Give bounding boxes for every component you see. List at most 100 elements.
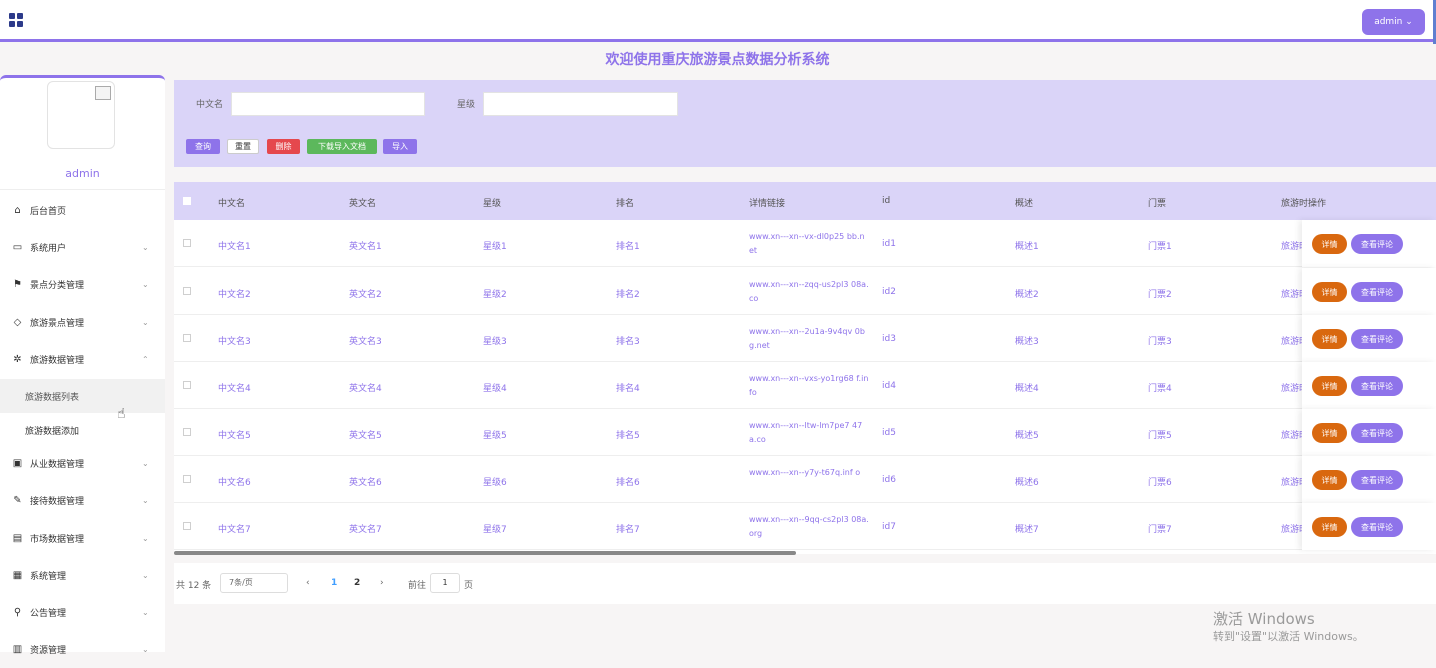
sidebar-item-market[interactable]: ▤ 市场数据管理 ⌄	[0, 520, 165, 557]
page-unit-label: 页	[464, 581, 474, 591]
cell-id: id7	[882, 522, 896, 532]
download-template-button[interactable]: 下载导入文档	[307, 139, 377, 154]
row-checkbox[interactable]	[183, 522, 191, 530]
col-link[interactable]: 详情链接	[749, 196, 785, 209]
cell-cn-name: 中文名6	[218, 478, 251, 488]
sidebar-subitem-travel-add[interactable]: 旅游数据添加	[0, 413, 165, 447]
col-rank[interactable]: 排名	[616, 196, 634, 209]
view-comments-button[interactable]: 查看评论	[1351, 517, 1403, 537]
sidebar-subitem-travel-list[interactable]: 旅游数据列表	[0, 379, 165, 413]
col-cn-name[interactable]: 中文名	[218, 196, 245, 209]
detail-button[interactable]: 详情	[1312, 329, 1347, 349]
view-comments-button[interactable]: 查看评论	[1351, 470, 1403, 490]
sidebar-item-spots[interactable]: ◇ 旅游景点管理 ⌄	[0, 304, 165, 341]
sidebar-item-label: 旅游景点管理	[30, 319, 85, 329]
row-checkbox[interactable]	[183, 381, 191, 389]
chevron-down-icon: ⌄	[142, 243, 149, 252]
select-all-checkbox[interactable]	[183, 197, 191, 205]
star-level-input[interactable]	[483, 92, 678, 116]
cell-ticket: 门票4	[1148, 384, 1172, 394]
cell-link[interactable]: www.xn---xn--9qq-cs2pl3 08a.org	[749, 513, 869, 541]
cell-link[interactable]: www.xn---xn--vxs-yo1rg68 f.info	[749, 372, 869, 400]
row-actions: 详情 查看评论	[1302, 456, 1436, 503]
row-checkbox[interactable]	[183, 239, 191, 247]
col-star[interactable]: 星级	[483, 196, 501, 209]
col-en-name[interactable]: 英文名	[349, 196, 376, 209]
sidebar-item-users[interactable]: ▭ 系统用户 ⌄	[0, 229, 165, 266]
cn-name-input[interactable]	[231, 92, 425, 116]
delete-button[interactable]: 删除	[267, 139, 300, 154]
cell-desc: 概述3	[1015, 337, 1039, 347]
cell-link[interactable]: www.xn---xn--zqq-us2pl3 08a.co	[749, 278, 869, 306]
sidebar-item-employment[interactable]: ▣ 从业数据管理 ⌄	[0, 445, 165, 482]
row-checkbox[interactable]	[183, 334, 191, 342]
cell-link[interactable]: www.xn---xn--ltw-lm7pe7 47a.co	[749, 419, 869, 447]
sidebar-item-resources[interactable]: ▥ 资源管理 ⌄	[0, 631, 165, 668]
col-travel-time[interactable]: 旅游时	[1281, 196, 1308, 209]
cell-rank: 排名6	[616, 478, 640, 488]
next-page-button[interactable]: ›	[380, 578, 384, 588]
cell-rank: 排名7	[616, 525, 640, 535]
cell-link[interactable]: www.xn---xn--y7y-t67q.inf o	[749, 466, 869, 480]
row-checkbox[interactable]	[183, 475, 191, 483]
cell-rank: 排名4	[616, 384, 640, 394]
cell-cn-name: 中文名3	[218, 337, 251, 347]
cell-star: 星级5	[483, 431, 507, 441]
page-2-button[interactable]: 2	[354, 578, 360, 588]
sidebar-item-system[interactable]: ▦ 系统管理 ⌄	[0, 557, 165, 594]
goto-page-input[interactable]: 1	[430, 573, 460, 593]
view-comments-button[interactable]: 查看评论	[1351, 376, 1403, 396]
detail-button[interactable]: 详情	[1312, 282, 1347, 302]
row-checkbox[interactable]	[183, 428, 191, 436]
sidebar-item-reception[interactable]: ✎ 接待数据管理 ⌄	[0, 482, 165, 519]
windows-activation-watermark: 激活 Windows	[1213, 610, 1315, 628]
cell-ticket: 门票7	[1148, 525, 1172, 535]
view-comments-button[interactable]: 查看评论	[1351, 234, 1403, 254]
admin-menu-button[interactable]: admin ⌄	[1362, 9, 1425, 35]
row-actions: 详情 查看评论	[1302, 268, 1436, 315]
prev-page-button[interactable]: ‹	[306, 578, 310, 588]
detail-button[interactable]: 详情	[1312, 517, 1347, 537]
row-checkbox[interactable]	[183, 287, 191, 295]
view-comments-button[interactable]: 查看评论	[1351, 329, 1403, 349]
detail-button[interactable]: 详情	[1312, 423, 1347, 443]
col-ticket[interactable]: 门票	[1148, 196, 1166, 209]
col-actions: 操作	[1308, 199, 1327, 209]
chevron-down-icon: ⌄	[142, 318, 149, 327]
detail-button[interactable]: 详情	[1312, 376, 1347, 396]
view-comments-button[interactable]: 查看评论	[1351, 282, 1403, 302]
cell-cn-name: 中文名1	[218, 242, 251, 252]
col-desc[interactable]: 概述	[1015, 196, 1033, 209]
apps-grid-icon[interactable]	[9, 13, 23, 27]
cell-desc: 概述5	[1015, 431, 1039, 441]
sidebar-item-home[interactable]: ⌂ 后台首页	[0, 192, 165, 229]
cell-link[interactable]: www.xn---xn--2u1a-9v4qv 0bg.net	[749, 325, 869, 353]
page-1-button[interactable]: 1	[331, 578, 337, 588]
sidebar-item-travel-data[interactable]: ✲ 旅游数据管理 ⌃	[0, 341, 165, 378]
view-comments-button[interactable]: 查看评论	[1351, 423, 1403, 443]
sidebar-item-notice[interactable]: ⚲ 公告管理 ⌄	[0, 594, 165, 631]
table-row: 中文名4 英文名4 星级4 排名4 www.xn---xn--vxs-yo1rg…	[174, 362, 1436, 409]
data-table: 中文名 英文名 星级 排名 详情链接 id 概述 门票 旅游时 操作 中文名1 …	[174, 182, 1436, 554]
cell-rank: 排名1	[616, 242, 640, 252]
row-actions: 详情 查看评论	[1302, 362, 1436, 409]
pagination: 共 12 条 7条/页 ‹ 1 2 › 前往 1 页	[174, 563, 1436, 604]
detail-button[interactable]: 详情	[1312, 234, 1347, 254]
reset-button[interactable]: 重置	[227, 139, 259, 154]
sidebar-item-label: 公告管理	[30, 609, 67, 619]
table-row: 中文名6 英文名6 星级6 排名6 www.xn---xn--y7y-t67q.…	[174, 456, 1436, 503]
page-size-select[interactable]: 7条/页	[220, 573, 288, 593]
import-button[interactable]: 导入	[383, 139, 417, 154]
cell-desc: 概述7	[1015, 525, 1039, 535]
flag-icon: ⚑	[13, 279, 22, 290]
sidebar-username: admin	[65, 167, 100, 180]
horizontal-scrollbar[interactable]	[174, 551, 796, 555]
cell-desc: 概述4	[1015, 384, 1039, 394]
star-level-label: 星级	[457, 100, 476, 110]
tag-icon: ◇	[13, 317, 22, 328]
detail-button[interactable]: 详情	[1312, 470, 1347, 490]
cell-link[interactable]: www.xn---xn--vx-dl0p25 bb.net	[749, 230, 869, 258]
query-button[interactable]: 查询	[186, 139, 220, 154]
col-id[interactable]: id	[882, 196, 890, 206]
sidebar-item-category[interactable]: ⚑ 景点分类管理 ⌄	[0, 266, 165, 303]
